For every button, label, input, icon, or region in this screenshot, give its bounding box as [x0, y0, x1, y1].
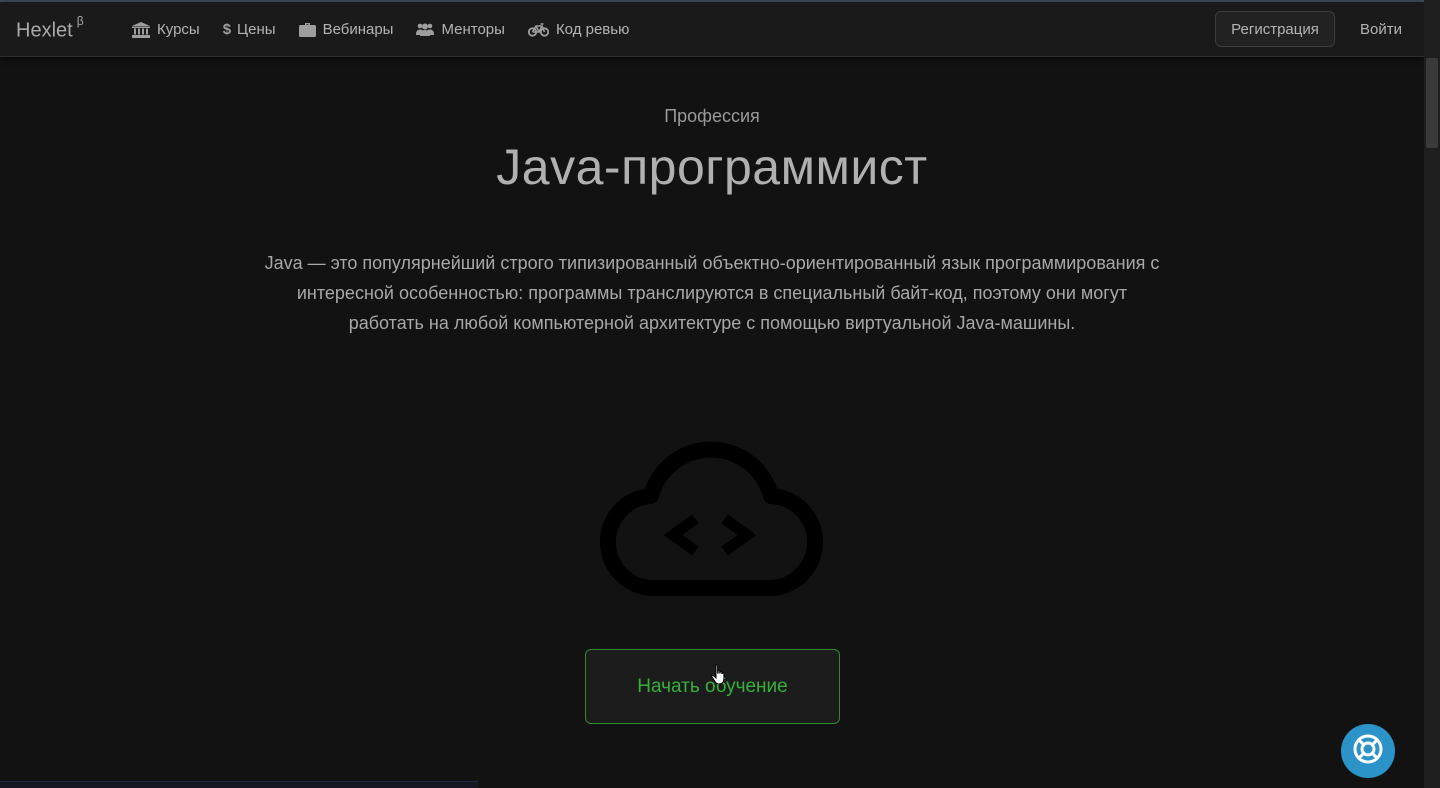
- nav-link-label: Вебинары: [322, 21, 394, 38]
- register-button[interactable]: Регистрация: [1215, 11, 1335, 47]
- brand-beta-mark: β: [76, 14, 84, 28]
- page-title: Java-программист: [496, 139, 928, 195]
- help-button[interactable]: [1341, 724, 1395, 778]
- page-scrollbar[interactable]: [1424, 0, 1440, 788]
- university-icon: [132, 21, 150, 38]
- nav-link-label: Цены: [237, 21, 276, 38]
- scrollbar-thumb[interactable]: [1426, 58, 1438, 148]
- nav-link-mentors[interactable]: Менторы: [416, 21, 505, 38]
- nav-link-prices[interactable]: $ Цены: [223, 21, 276, 38]
- start-learning-button[interactable]: Начать обучение: [585, 649, 840, 724]
- nav-link-label: Курсы: [157, 21, 200, 38]
- bicycle-icon: [527, 22, 549, 37]
- nav-link-label: Менторы: [441, 21, 505, 38]
- profession-label: Профессия: [664, 106, 760, 126]
- profession-description: Java — это популярнейший строго типизиро…: [264, 253, 1160, 333]
- nav-link-webinars[interactable]: Вебинары: [298, 21, 394, 38]
- lifebuoy-icon: [1352, 733, 1384, 770]
- brand-logo[interactable]: Hexlet β: [16, 14, 84, 43]
- browser-status-bar: [0, 781, 478, 788]
- login-button[interactable]: Войти: [1350, 11, 1412, 47]
- users-icon: [416, 22, 435, 37]
- top-navbar: Hexlet β Курсы $ Цены Вебинары Менторы К…: [0, 2, 1424, 57]
- brand-name: Hexlet: [16, 19, 73, 42]
- nav-link-courses[interactable]: Курсы: [132, 21, 200, 38]
- nav-link-label: Код ревью: [555, 21, 630, 38]
- dollar-icon: $: [222, 21, 232, 38]
- cloud-code-icon: [597, 424, 829, 598]
- nav-links: Курсы $ Цены Вебинары Менторы Код ревью: [132, 2, 652, 57]
- nav-link-code-review[interactable]: Код ревью: [527, 21, 630, 38]
- hand-cursor-icon: [711, 664, 727, 686]
- briefcase-icon: [298, 22, 316, 37]
